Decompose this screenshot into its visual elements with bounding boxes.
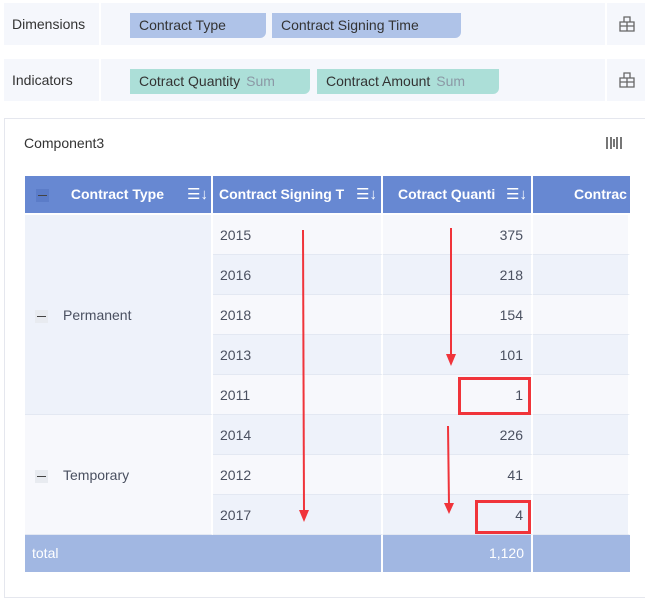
- quantity-cell: 101: [383, 335, 533, 375]
- total-amount: [533, 535, 630, 572]
- year-cell: 2018: [213, 295, 383, 335]
- dimensions-label: Dimensions: [12, 16, 86, 32]
- quantity-cell: 218: [383, 255, 533, 295]
- sort-icon[interactable]: ☰↓: [187, 176, 208, 213]
- dimensions-bar: Dimensions Contract Type Contract Signin…: [4, 3, 645, 45]
- indicator-name: Contract Amount: [326, 73, 431, 89]
- amount-cell: [533, 415, 630, 455]
- amount-cell: [533, 255, 630, 295]
- header-label: Cotract Quanti: [398, 186, 496, 202]
- group-cell-temporary[interactable]: Temporary: [25, 415, 213, 535]
- dimension-chip-contract-type[interactable]: Contract Type: [130, 13, 266, 38]
- header-contract-type[interactable]: Contract Type ☰↓: [25, 176, 211, 213]
- layout-icon[interactable]: [619, 16, 635, 32]
- collapse-icon[interactable]: [35, 309, 48, 323]
- indicator-name: Cotract Quantity: [139, 73, 241, 89]
- group-label: Temporary: [63, 467, 130, 483]
- layout-icon[interactable]: [619, 72, 635, 88]
- amount-cell: [533, 215, 630, 255]
- total-label: total: [25, 535, 381, 572]
- amount-cell: [533, 375, 630, 415]
- indicator-chip-quantity[interactable]: Cotract Quantity Sum: [130, 69, 310, 94]
- sort-icon[interactable]: ☰↓: [506, 176, 527, 213]
- amount-cell: [533, 335, 630, 375]
- year-cell: 2011: [213, 375, 383, 415]
- collapse-all-icon[interactable]: [36, 188, 49, 202]
- component-title: Component3: [24, 135, 105, 151]
- indicators-bar: Indicators Cotract Quantity Sum Contract …: [4, 59, 645, 101]
- year-cell: 2014: [213, 415, 383, 455]
- header-amount[interactable]: Contrac: [533, 176, 630, 213]
- year-cell: 2012: [213, 455, 383, 495]
- header-signing-time[interactable]: Contract Signing T ☰↓: [213, 176, 381, 213]
- quantity-cell: 226: [383, 415, 533, 455]
- amount-cell: [533, 455, 630, 495]
- group-label: Permanent: [63, 307, 132, 323]
- indicator-chip-amount[interactable]: Contract Amount Sum: [317, 69, 499, 94]
- year-cell: 2015: [213, 215, 383, 255]
- highlight-box: [458, 377, 531, 415]
- indicator-agg: Sum: [436, 73, 466, 89]
- header-label: Contrac: [574, 186, 627, 202]
- header-label: Contract Signing T: [219, 186, 345, 202]
- year-cell: 2016: [213, 255, 383, 295]
- barcode-icon[interactable]: [605, 135, 623, 151]
- collapse-icon[interactable]: [35, 469, 48, 483]
- header-quantity[interactable]: Cotract Quanti ☰↓: [383, 176, 531, 213]
- quantity-cell: 154: [383, 295, 533, 335]
- total-quantity: 1,120: [383, 535, 531, 572]
- amount-cell: [533, 495, 630, 535]
- header-label: Contract Type: [70, 186, 164, 202]
- quantity-cell: 41: [383, 455, 533, 495]
- year-cell: 2013: [213, 335, 383, 375]
- indicators-label: Indicators: [12, 72, 73, 88]
- indicator-agg: Sum: [246, 73, 275, 89]
- sort-icon[interactable]: ☰↓: [356, 176, 377, 213]
- dimension-chip-signing-time[interactable]: Contract Signing Time: [272, 13, 461, 38]
- highlight-box: [475, 500, 531, 534]
- quantity-cell: 375: [383, 215, 533, 255]
- amount-cell: [533, 295, 630, 335]
- year-cell: 2017: [213, 495, 383, 535]
- group-cell-permanent[interactable]: Permanent: [25, 215, 213, 415]
